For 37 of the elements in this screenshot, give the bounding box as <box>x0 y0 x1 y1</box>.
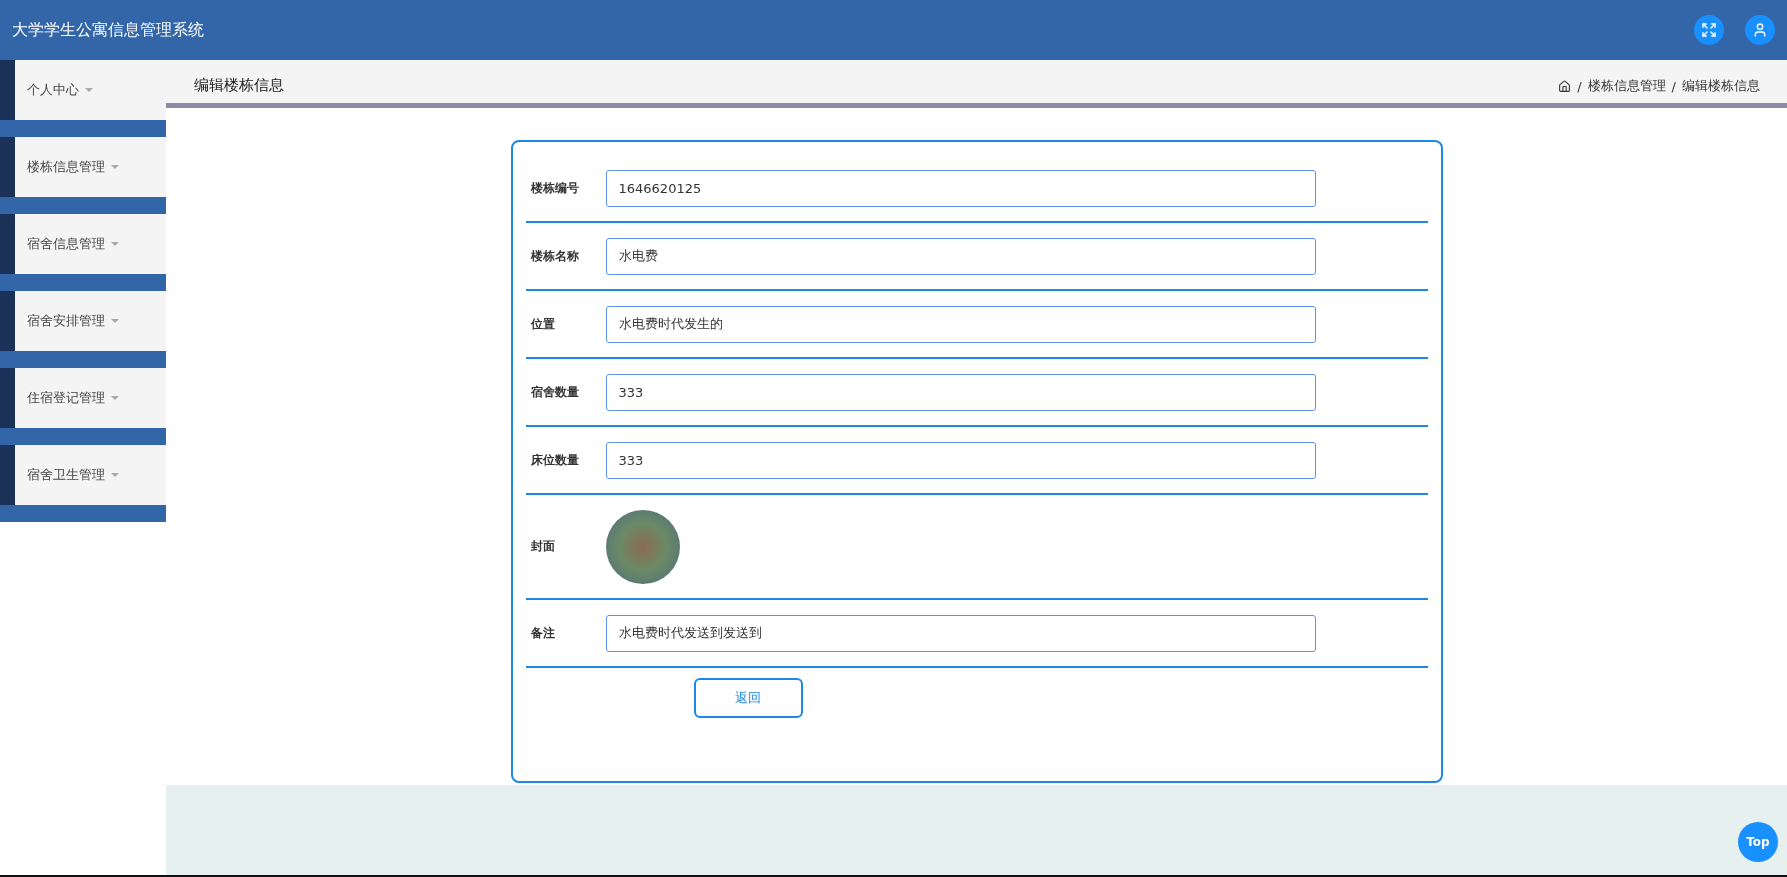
user-icon <box>1752 22 1768 38</box>
page-title: 编辑楼栋信息 <box>194 76 285 95</box>
caret-icon <box>111 396 119 400</box>
input-field[interactable]: 水电费时代发送到发送到 <box>605 614 1316 652</box>
field-label: 位置 <box>529 315 556 333</box>
caret-icon <box>111 319 119 323</box>
input-field[interactable]: 333 <box>605 373 1316 411</box>
fullscreen-icon <box>1701 22 1717 38</box>
sidebar-item[interactable]: 宿舍卫生管理 <box>0 445 166 505</box>
sidebar-item[interactable]: 个人中心 <box>0 60 166 120</box>
field-label: 楼栋编号 <box>529 179 580 197</box>
caret-icon <box>111 242 119 246</box>
input-field[interactable]: 水电费 <box>605 237 1316 275</box>
input-field[interactable]: 333 <box>605 441 1316 479</box>
app-title: 大学学生公寓信息管理系统 <box>12 19 205 41</box>
input-field[interactable]: 水电费时代发生的 <box>605 305 1316 343</box>
sidebar-item[interactable]: 宿舍信息管理 <box>0 214 166 274</box>
back-button[interactable]: 返回 <box>693 678 803 718</box>
sidebar-item[interactable]: 宿舍安排管理 <box>0 291 166 351</box>
field-label: 床位数量 <box>529 451 580 469</box>
field-label: 宿舍数量 <box>529 383 580 401</box>
sidebar-item[interactable]: 住宿登记管理 <box>0 368 166 428</box>
sidebar-item[interactable]: 楼栋信息管理 <box>0 137 166 197</box>
breadcrumb-separator: / <box>1577 78 1582 94</box>
breadcrumb-separator: / <box>1671 78 1676 94</box>
breadcrumb-item[interactable]: 编辑楼栋信息 <box>1682 77 1760 95</box>
field-label: 封面 <box>529 538 556 555</box>
field-label: 备注 <box>529 624 556 642</box>
caret-icon <box>85 88 93 92</box>
user-button[interactable] <box>1745 15 1775 45</box>
fullscreen-button[interactable] <box>1694 15 1724 45</box>
caret-icon <box>111 473 119 477</box>
input-field[interactable]: 1646620125 <box>605 169 1316 207</box>
breadcrumb-item[interactable]: 楼栋信息管理 <box>1587 77 1666 95</box>
home-icon[interactable] <box>1558 79 1572 93</box>
field-label: 楼栋名称 <box>529 247 580 265</box>
caret-icon <box>111 165 119 169</box>
